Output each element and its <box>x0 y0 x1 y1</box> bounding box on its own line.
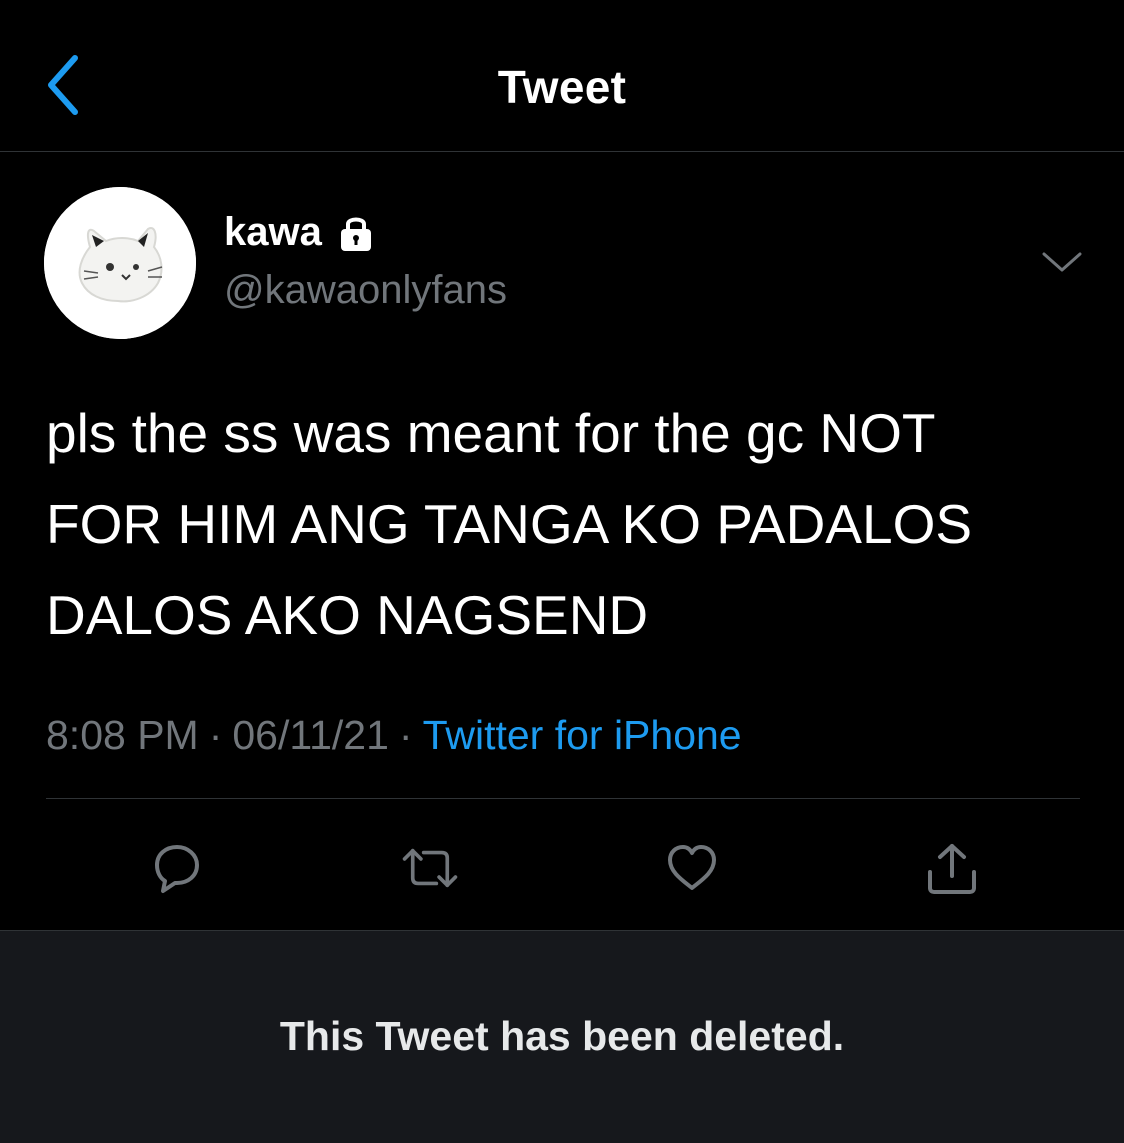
deleted-notice-banner: This Tweet has been deleted. <box>0 930 1124 1143</box>
lock-icon <box>340 217 371 251</box>
author-handle[interactable]: @kawaonlyfans <box>224 268 507 313</box>
tweet-time[interactable]: 8:08 PM <box>46 712 199 758</box>
like-button[interactable] <box>662 838 722 898</box>
retweet-button[interactable] <box>400 838 460 898</box>
author-display-name[interactable]: kawa <box>224 210 322 255</box>
more-options-button[interactable] <box>1040 244 1084 280</box>
avatar[interactable] <box>44 187 196 339</box>
deleted-notice-text: This Tweet has been deleted. <box>279 1013 845 1059</box>
tweet-metadata: 8:08 PM · 06/11/21 · Twitter for iPhone <box>46 712 742 759</box>
divider <box>46 798 1080 799</box>
meta-separator: · <box>208 712 223 758</box>
tweet-date[interactable]: 06/11/21 <box>232 712 389 758</box>
page-title: Tweet <box>497 61 627 113</box>
tweet-text: pls the ss was meant for the gc NOT FOR … <box>46 388 1086 661</box>
tweet-text-line: DALOS AKO NAGSEND <box>46 584 649 646</box>
reply-button[interactable] <box>145 838 205 898</box>
cat-plush-avatar <box>44 187 196 339</box>
share-button[interactable] <box>922 838 982 898</box>
retweet-icon <box>402 848 458 888</box>
tweet-source-link[interactable]: Twitter for iPhone <box>423 712 742 758</box>
tweet-text-line: FOR HIM ANG TANGA KO PADALOS <box>46 493 973 555</box>
chevron-down-icon <box>1042 252 1082 272</box>
tweet-text-line: pls the ss was meant for the gc NOT <box>46 402 936 464</box>
reply-icon <box>155 845 199 893</box>
share-icon <box>928 844 976 894</box>
top-bar: Tweet <box>0 0 1124 152</box>
meta-separator: · <box>398 712 413 758</box>
heart-icon <box>668 845 716 890</box>
author-name-row[interactable]: kawa <box>224 210 376 255</box>
